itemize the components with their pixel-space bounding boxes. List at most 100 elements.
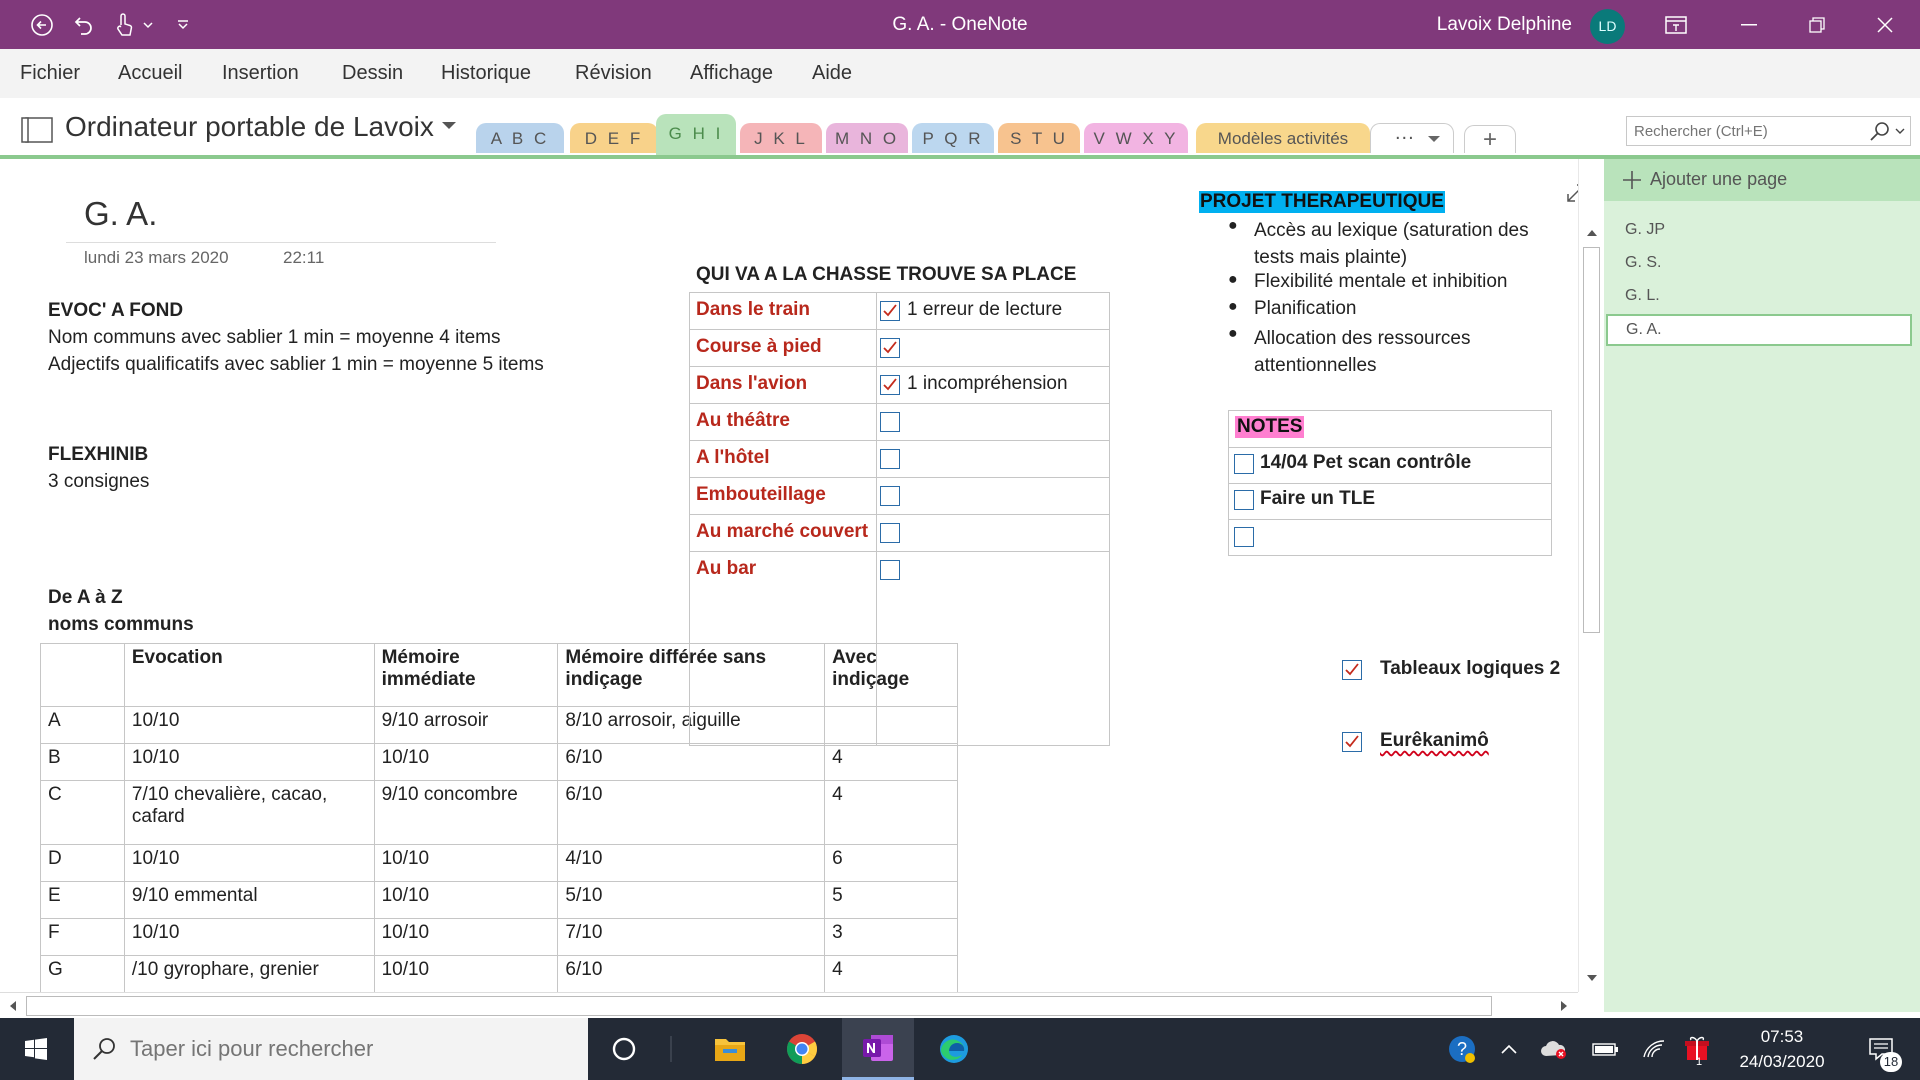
chasse-label[interactable]: Au bar <box>696 558 756 580</box>
undo-icon[interactable] <box>68 0 100 49</box>
chasse-label[interactable]: Dans l'avion <box>696 373 807 395</box>
wifi-icon[interactable] <box>1636 1018 1672 1080</box>
table-cell[interactable]: /10 gyrophare, grenier <box>123 955 375 992</box>
scroll-left-icon[interactable] <box>9 1000 17 1012</box>
checkbox[interactable] <box>1234 454 1254 474</box>
page-title[interactable]: G. A. <box>84 195 157 233</box>
chrome-icon[interactable] <box>770 1018 834 1080</box>
help-icon[interactable]: ? <box>1442 1018 1482 1080</box>
scroll-down-icon[interactable] <box>1586 974 1598 982</box>
page-item-selected[interactable]: G. A. <box>1606 314 1912 346</box>
table-cell[interactable]: 10/10 <box>123 918 375 956</box>
menu-affichage[interactable]: Affichage <box>690 49 773 98</box>
add-section-button[interactable]: + <box>1464 125 1516 153</box>
table-cell[interactable]: 5/10 <box>557 881 826 919</box>
evoc-line-2[interactable]: Adjectifs qualificatifs avec sablier 1 m… <box>48 354 544 376</box>
tab-mno[interactable]: M N O <box>826 123 908 153</box>
notebook-name[interactable]: Ordinateur portable de Lavoix <box>65 111 434 143</box>
checkbox[interactable] <box>880 523 900 543</box>
checkbox-checked[interactable] <box>880 338 900 358</box>
chasse-label[interactable]: Embouteillage <box>696 484 826 506</box>
table-cell[interactable]: 4 <box>824 955 958 992</box>
projet-bullet[interactable]: Allocation des ressources attentionnelle… <box>1254 325 1544 379</box>
checkbox-checked[interactable] <box>880 301 900 321</box>
table-cell[interactable]: 7/10 chevalière, cacao, cafard <box>123 780 375 845</box>
todo-item[interactable]: Eurêkanimô <box>1380 730 1489 752</box>
table-cell[interactable]: 3 <box>824 918 958 956</box>
table-cell[interactable]: E <box>40 881 125 919</box>
checkbox[interactable] <box>880 449 900 469</box>
checkbox-checked[interactable] <box>1342 660 1362 680</box>
restore-icon[interactable] <box>1794 0 1840 49</box>
more-sections-button[interactable]: ... <box>1370 122 1454 153</box>
table-cell[interactable]: G <box>40 955 125 992</box>
checkbox[interactable] <box>880 412 900 432</box>
menu-insertion[interactable]: Insertion <box>222 49 299 98</box>
tab-jkl[interactable]: J K L <box>740 123 822 153</box>
edge-icon[interactable] <box>922 1018 986 1080</box>
table-cell[interactable]: A <box>40 706 125 744</box>
user-name[interactable]: Lavoix Delphine <box>1437 0 1572 49</box>
table-cell[interactable]: 9/10 concombre <box>373 780 559 845</box>
checkbox[interactable] <box>1234 527 1254 547</box>
search-input[interactable] <box>1634 117 1854 145</box>
todo-item[interactable]: Tableaux logiques 2 <box>1380 658 1560 680</box>
checkbox-checked[interactable] <box>1342 732 1362 752</box>
table-cell[interactable]: 6/10 <box>557 743 826 781</box>
show-hidden-icons-chevron-up-icon[interactable] <box>1494 1018 1524 1080</box>
table-cell[interactable]: 10/10 <box>373 844 559 882</box>
checkbox[interactable] <box>1234 490 1254 510</box>
tab-ghi[interactable]: G H I <box>656 114 736 155</box>
full-screen-icon[interactable] <box>1661 0 1691 49</box>
tab-abc[interactable]: A B C <box>476 123 564 153</box>
table-cell[interactable]: 9/10 arrosoir <box>373 706 559 744</box>
file-explorer-icon[interactable] <box>698 1018 762 1080</box>
menu-revision[interactable]: Révision <box>575 49 652 98</box>
menu-aide[interactable]: Aide <box>812 49 852 98</box>
table-cell[interactable]: 6/10 <box>557 955 826 992</box>
chasse-label[interactable]: A l'hôtel <box>696 447 769 469</box>
notes-heading[interactable]: NOTES <box>1235 416 1305 438</box>
add-page-button[interactable]: Ajouter une page <box>1604 159 1920 201</box>
table-header[interactable]: Evocation <box>123 643 375 707</box>
flex-line[interactable]: 3 consignes <box>48 471 149 493</box>
expand-icon[interactable] <box>1566 183 1578 203</box>
chevron-down-icon[interactable] <box>140 0 156 49</box>
security-icon[interactable]: 1 <box>1680 1018 1716 1080</box>
cloud-error-icon[interactable] <box>1536 1018 1572 1080</box>
menu-dessin[interactable]: Dessin <box>342 49 403 98</box>
scrollbar-thumb[interactable] <box>26 996 1492 1016</box>
chasse-label[interactable]: Course à pied <box>696 336 822 358</box>
projet-heading[interactable]: PROJET THERAPEUTIQUE <box>1199 191 1445 213</box>
table-cell[interactable]: 9/10 emmental <box>123 881 375 919</box>
table-header[interactable] <box>40 643 125 707</box>
table-cell[interactable]: 4 <box>824 743 958 781</box>
table-cell[interactable]: 6/10 <box>557 780 826 845</box>
page-canvas[interactable]: G. A. lundi 23 mars 2020 22:11 EVOC' A F… <box>0 159 1578 992</box>
table-cell[interactable]: 10/10 <box>123 743 375 781</box>
avatar[interactable]: LD <box>1590 9 1625 44</box>
page-item[interactable]: G. S. <box>1625 254 1661 272</box>
flex-heading[interactable]: FLEXHINIB <box>48 444 148 466</box>
table-cell[interactable]: 10/10 <box>373 881 559 919</box>
tab-pqr[interactable]: P Q R <box>912 123 994 153</box>
table-cell[interactable]: 4 <box>824 780 958 845</box>
tab-stu[interactable]: S T U <box>998 123 1080 153</box>
chasse-label[interactable]: Au marché couvert <box>696 521 868 543</box>
scroll-right-icon[interactable] <box>1560 1000 1568 1012</box>
touch-mode-icon[interactable] <box>108 0 140 49</box>
page-item[interactable]: G. JP <box>1625 221 1665 239</box>
cortana-icon[interactable] <box>592 1018 656 1080</box>
chasse-table[interactable] <box>689 292 1110 746</box>
chevron-down-icon[interactable] <box>1895 128 1905 135</box>
table-cell[interactable]: B <box>40 743 125 781</box>
customize-toolbar-icon[interactable] <box>170 0 196 49</box>
table-cell[interactable]: 10/10 <box>123 706 375 744</box>
table-cell[interactable]: 5 <box>824 881 958 919</box>
minimize-icon[interactable] <box>1726 0 1772 49</box>
table-cell[interactable]: 4/10 <box>557 844 826 882</box>
chasse-note[interactable]: 1 erreur de lecture <box>907 299 1062 321</box>
tab-vwxyz[interactable]: V W X Y Z <box>1084 123 1188 180</box>
system-clock[interactable]: 07:53 24/03/2020 <box>1714 1024 1850 1074</box>
table-cell[interactable]: F <box>40 918 125 956</box>
